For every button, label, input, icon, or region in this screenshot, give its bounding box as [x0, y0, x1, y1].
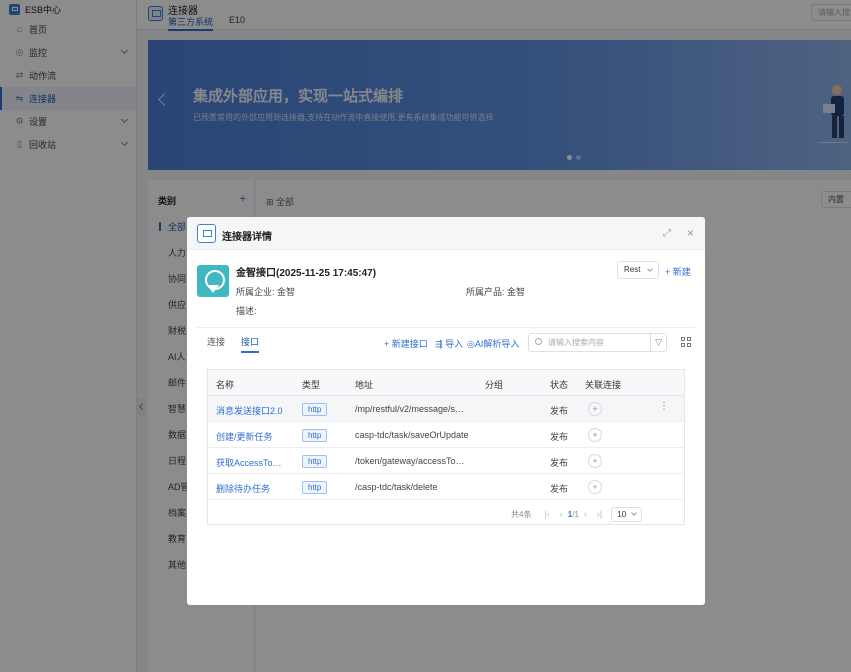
add-connection-icon[interactable]: +	[588, 402, 602, 416]
type-tag: http	[302, 429, 328, 442]
add-connection-icon[interactable]: +	[588, 428, 602, 442]
address-cell: /token/gateway/accessTo…	[355, 456, 465, 466]
new-button[interactable]: + 新建	[665, 265, 691, 278]
column-header: 分组	[485, 380, 504, 390]
protocol-select[interactable]: Rest	[617, 261, 659, 279]
search-icon	[535, 338, 542, 345]
status-cell: 发布	[550, 484, 569, 494]
product-field: 所属产品: 金智	[466, 287, 526, 297]
close-icon[interactable]: ×	[687, 226, 694, 240]
connector-name: 金智接口(2025-11-25 17:45:47)	[236, 268, 377, 279]
column-header: 状态	[550, 380, 569, 390]
ai-icon: ◎	[467, 339, 475, 349]
address-cell: casp-tdc/task/saveOrUpdate	[355, 430, 469, 440]
import-button[interactable]: ⇶ 导入	[435, 337, 463, 350]
type-tag: http	[302, 481, 328, 494]
table-row[interactable]: 创建/更新任务 http casp-tdc/task/saveOrUpdate …	[208, 422, 684, 448]
add-connection-icon[interactable]: +	[588, 480, 602, 494]
ai-import-label: AI解析导入	[474, 339, 520, 349]
table-row[interactable]: 获取AccessTo… http /token/gateway/accessTo…	[208, 448, 684, 474]
add-connection-icon[interactable]: +	[588, 454, 602, 468]
more-icon[interactable]: ⋮	[659, 401, 669, 412]
connector-icon	[197, 224, 216, 243]
enterprise-field: 所属企业: 金智	[236, 287, 296, 297]
interface-table: 名称 类型 地址 分组 状态 关联连接 消息发送接口2.0 http /mp/r…	[207, 369, 685, 525]
last-page-icon[interactable]: ›|	[597, 509, 602, 519]
page-size-value: 10	[617, 509, 627, 519]
search-placeholder: 请输入搜索内容	[548, 338, 604, 347]
chevron-down-icon	[631, 509, 638, 516]
description-field: 描述:	[236, 306, 257, 316]
type-tag: http	[302, 455, 328, 468]
column-header: 类型	[302, 380, 321, 390]
address-cell: /mp/restful/v2/message/s…	[355, 404, 465, 414]
connector-logo-icon	[197, 265, 229, 297]
status-cell: 发布	[550, 432, 569, 442]
expand-icon[interactable]: ⤢	[663, 228, 671, 239]
pagination: 共4条 |‹ ‹ 1/1 › ›| 10	[511, 505, 643, 523]
first-page-icon[interactable]: |‹	[544, 509, 549, 519]
search-input[interactable]: 请输入搜索内容 ▽	[528, 333, 667, 352]
total-pages: /1	[572, 509, 579, 519]
modal-title: 连接器详情	[222, 232, 272, 243]
grid-view-icon[interactable]	[681, 337, 692, 348]
import-icon: ⇶	[435, 339, 443, 349]
status-cell: 发布	[550, 406, 569, 416]
tab-connection[interactable]: 连接	[207, 335, 225, 348]
table-row[interactable]: 消息发送接口2.0 http /mp/restful/v2/message/s……	[208, 396, 684, 422]
interface-name[interactable]: 获取AccessTo…	[216, 456, 282, 469]
new-interface-button[interactable]: + 新建接口	[384, 337, 428, 350]
interface-name[interactable]: 删除待办任务	[216, 482, 270, 495]
interface-name[interactable]: 消息发送接口2.0	[216, 404, 283, 417]
status-cell: 发布	[550, 458, 569, 468]
column-header: 地址	[355, 380, 374, 390]
total-count: 共4条	[511, 509, 532, 519]
column-header: 名称	[216, 380, 235, 390]
import-label: 导入	[445, 339, 464, 349]
filter-icon[interactable]: ▽	[650, 334, 662, 351]
protocol-value: Rest	[624, 265, 641, 274]
address-cell: /casp-tdc/task/delete	[355, 482, 438, 492]
table-header: 名称 类型 地址 分组 状态 关联连接	[208, 370, 684, 396]
tab-interface[interactable]: 接口	[241, 335, 260, 353]
next-page-icon[interactable]: ›	[584, 509, 587, 519]
divider	[197, 327, 695, 328]
ai-import-button[interactable]: ◎AI解析导入	[467, 337, 519, 350]
table-row[interactable]: 删除待办任务 http /casp-tdc/task/delete 发布 +	[208, 474, 684, 500]
prev-page-icon[interactable]: ‹	[560, 509, 563, 519]
interface-name[interactable]: 创建/更新任务	[216, 430, 273, 443]
modal-header: 连接器详情 ⤢ ×	[187, 217, 705, 250]
connector-detail-modal: 连接器详情 ⤢ × 金智接口(2025-11-25 17:45:47) 所属企业…	[187, 217, 705, 605]
chevron-down-icon	[647, 266, 653, 272]
column-header: 关联连接	[585, 380, 622, 390]
page-size-select[interactable]: 10	[611, 506, 643, 522]
type-tag: http	[302, 403, 328, 416]
